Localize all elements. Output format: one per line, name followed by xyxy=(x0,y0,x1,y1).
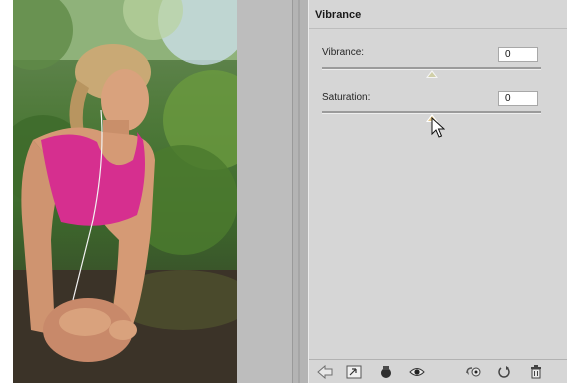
photo-image xyxy=(13,0,237,383)
panel-divider[interactable] xyxy=(292,0,309,383)
saturation-input[interactable]: 0 xyxy=(498,91,538,106)
vibrance-slider-thumb[interactable] xyxy=(425,70,438,78)
visibility-eye-icon[interactable] xyxy=(408,364,426,380)
expand-view-icon[interactable] xyxy=(345,364,363,380)
previous-state-icon[interactable] xyxy=(464,364,482,380)
trash-icon[interactable] xyxy=(527,364,545,380)
back-arrow-icon[interactable] xyxy=(316,364,334,380)
right-margin xyxy=(567,0,583,383)
toolbar-separator xyxy=(309,359,568,360)
reset-icon[interactable] xyxy=(495,364,513,380)
vibrance-input[interactable]: 0 xyxy=(498,47,538,62)
panel-title: Vibrance xyxy=(315,9,362,21)
clip-layer-icon[interactable] xyxy=(377,364,395,380)
vibrance-label: Vibrance: xyxy=(322,47,365,58)
saturation-label: Saturation: xyxy=(322,92,371,103)
adjustments-panel: Vibrance Vibrance: 0 Saturation: 0 xyxy=(308,0,568,383)
title-separator xyxy=(309,28,568,29)
mouse-pointer-icon xyxy=(431,117,445,138)
photo-canvas xyxy=(13,0,237,383)
canvas-background xyxy=(237,0,292,383)
